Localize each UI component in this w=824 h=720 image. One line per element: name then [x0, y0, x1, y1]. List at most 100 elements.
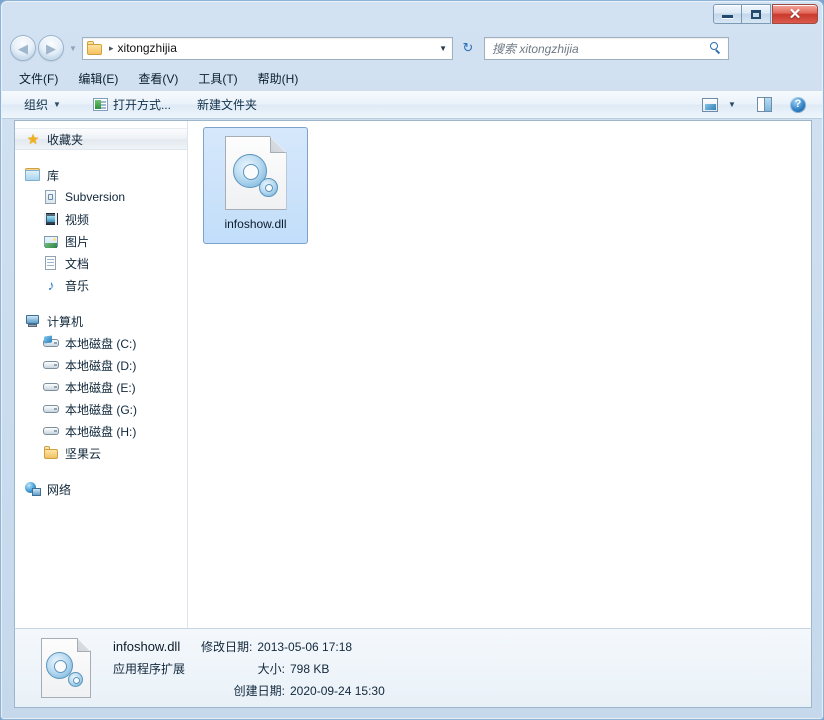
- sidebar-item-nutstore[interactable]: 坚果云: [15, 442, 187, 464]
- sidebar-item-drive-g[interactable]: 本地磁盘 (G:): [15, 398, 187, 420]
- computer-icon: [25, 313, 41, 329]
- sidebar-item-subversion[interactable]: Subversion: [15, 186, 187, 208]
- recent-locations-button[interactable]: ▼: [68, 41, 78, 55]
- breadcrumb-path[interactable]: xitongzhijia: [118, 41, 177, 55]
- refresh-icon: ↻: [462, 40, 474, 55]
- sidebar-item-music[interactable]: ♪ 音乐: [15, 274, 187, 296]
- forward-button[interactable]: ▶: [38, 35, 64, 61]
- preview-pane-button[interactable]: [752, 93, 776, 116]
- drive-icon: [43, 423, 59, 439]
- sidebar-item-label: 本地磁盘 (C:): [65, 336, 137, 351]
- sidebar-item-label: 本地磁盘 (G:): [65, 402, 137, 417]
- pictures-icon: [43, 233, 59, 249]
- menu-item-edit[interactable]: 编辑(E): [75, 68, 121, 89]
- sidebar-item-label: 计算机: [47, 314, 84, 329]
- sidebar-item-documents[interactable]: 文档: [15, 252, 187, 274]
- folder-icon: [87, 41, 103, 55]
- menu-item-tools[interactable]: 工具(T): [195, 68, 240, 89]
- documents-icon: [43, 255, 59, 271]
- network-icon: [25, 481, 41, 497]
- refresh-button[interactable]: ↻: [456, 37, 480, 60]
- back-arrow-icon: ◀: [18, 40, 28, 56]
- sidebar-item-label: 文档: [65, 256, 90, 271]
- sidebar-item-drive-e[interactable]: 本地磁盘 (E:): [15, 376, 187, 398]
- star-icon: ★: [26, 131, 40, 147]
- address-bar-row: ◀ ▶ ▼ ▸ xitongzhijia ▼ ↻ 搜索 xitongzhijia: [2, 31, 822, 65]
- sidebar-item-label: Subversion: [65, 190, 126, 204]
- minimize-icon: [722, 15, 733, 18]
- navigation-pane[interactable]: ★ 收藏夹 库 Subversion 视频 图片 文档 ♪ 音乐 计算机 本地磁…: [15, 121, 188, 628]
- details-modified-value: 2013-05-06 17:18: [257, 639, 353, 654]
- breadcrumb-separator-icon: ▸: [109, 42, 114, 53]
- sidebar-item-label: 库: [47, 168, 60, 183]
- explorer-window: ✕ ◀ ▶ ▼ ▸ xitongzhijia ▼ ↻ 搜索 xitongzhij…: [0, 0, 824, 720]
- chevron-down-icon: ▼: [69, 43, 77, 53]
- help-button[interactable]: ?: [786, 93, 810, 116]
- menu-item-view[interactable]: 查看(V): [135, 68, 181, 89]
- drive-icon: [43, 379, 59, 395]
- library-icon: [25, 167, 41, 183]
- back-button[interactable]: ◀: [10, 35, 36, 61]
- close-icon: ✕: [788, 5, 802, 23]
- chevron-down-icon: ▼: [728, 100, 736, 109]
- new-folder-label: 新建文件夹: [196, 98, 257, 112]
- address-dropdown-icon[interactable]: ▼: [439, 44, 447, 53]
- search-input[interactable]: 搜索 xitongzhijia: [492, 40, 579, 57]
- details-row-created: 创建日期: 2020-09-24 15:30: [113, 682, 385, 699]
- drive-icon: [43, 401, 59, 417]
- preview-pane-icon: [756, 97, 772, 112]
- open-with-icon: [92, 98, 108, 111]
- drive-icon: [43, 357, 59, 373]
- folder-icon: [43, 445, 59, 461]
- sidebar-item-drive-h[interactable]: 本地磁盘 (H:): [15, 420, 187, 442]
- details-size-label: 大小:: [257, 661, 285, 676]
- details-size-value: 798 KB: [290, 661, 330, 676]
- sidebar-item-label: 视频: [65, 212, 90, 227]
- address-bar[interactable]: ▸ xitongzhijia ▼: [82, 36, 453, 60]
- subversion-icon: [43, 189, 59, 205]
- menu-item-file[interactable]: 文件(F): [16, 68, 61, 89]
- sidebar-item-drive-c[interactable]: 本地磁盘 (C:): [15, 332, 187, 354]
- help-icon: ?: [790, 96, 806, 113]
- search-box[interactable]: 搜索 xitongzhijia: [484, 36, 729, 60]
- sidebar-item-label: 音乐: [65, 278, 90, 293]
- explorer-body: ★ 收藏夹 库 Subversion 视频 图片 文档 ♪ 音乐 计算机 本地磁…: [14, 120, 812, 628]
- sidebar-item-label: 网络: [47, 482, 72, 497]
- dll-icon: [41, 638, 91, 698]
- sidebar-item-label: 图片: [65, 234, 90, 249]
- details-pane: infoshow.dll 修改日期: 2013-05-06 17:18 应用程序…: [14, 628, 812, 708]
- sidebar-item-videos[interactable]: 视频: [15, 208, 187, 230]
- menu-item-help[interactable]: 帮助(H): [255, 68, 302, 89]
- file-item-infoshow-dll[interactable]: infoshow.dll: [203, 127, 308, 244]
- maximize-button[interactable]: [742, 4, 771, 24]
- open-with-button[interactable]: 打开方式...: [85, 93, 179, 116]
- details-file-name: infoshow.dll: [113, 638, 181, 654]
- organize-button[interactable]: 组织 ▼: [16, 93, 69, 116]
- sidebar-item-favorites[interactable]: ★ 收藏夹: [15, 128, 187, 150]
- minimize-button[interactable]: [713, 4, 742, 24]
- sidebar-item-drive-d[interactable]: 本地磁盘 (D:): [15, 354, 187, 376]
- details-row-type: 应用程序扩展 大小: 798 KB: [113, 660, 385, 677]
- sidebar-item-libraries[interactable]: 库: [15, 164, 187, 186]
- maximize-icon: [751, 9, 761, 19]
- music-icon: ♪: [47, 277, 55, 293]
- file-item-label: infoshow.dll: [224, 217, 287, 231]
- details-text-group: infoshow.dll 修改日期: 2013-05-06 17:18 应用程序…: [113, 638, 385, 699]
- sidebar-item-network[interactable]: 网络: [15, 478, 187, 500]
- details-created-label: 创建日期:: [233, 683, 285, 698]
- details-row-name: infoshow.dll 修改日期: 2013-05-06 17:18: [113, 638, 385, 655]
- details-file-type: 应用程序扩展: [113, 661, 186, 676]
- sidebar-item-pictures[interactable]: 图片: [15, 230, 187, 252]
- new-folder-button[interactable]: 新建文件夹: [189, 93, 265, 116]
- view-mode-icon: [702, 97, 718, 112]
- change-view-dropdown[interactable]: ▼: [724, 93, 740, 116]
- dll-icon: [224, 136, 287, 210]
- sidebar-item-label: 本地磁盘 (H:): [65, 424, 137, 439]
- change-view-button[interactable]: [698, 93, 722, 116]
- sidebar-item-computer[interactable]: 计算机: [15, 310, 187, 332]
- sidebar-item-label: 收藏夹: [47, 132, 84, 147]
- video-icon: [43, 211, 59, 227]
- close-button[interactable]: ✕: [772, 4, 818, 24]
- menu-bar: 文件(F) 编辑(E) 查看(V) 工具(T) 帮助(H): [2, 67, 822, 89]
